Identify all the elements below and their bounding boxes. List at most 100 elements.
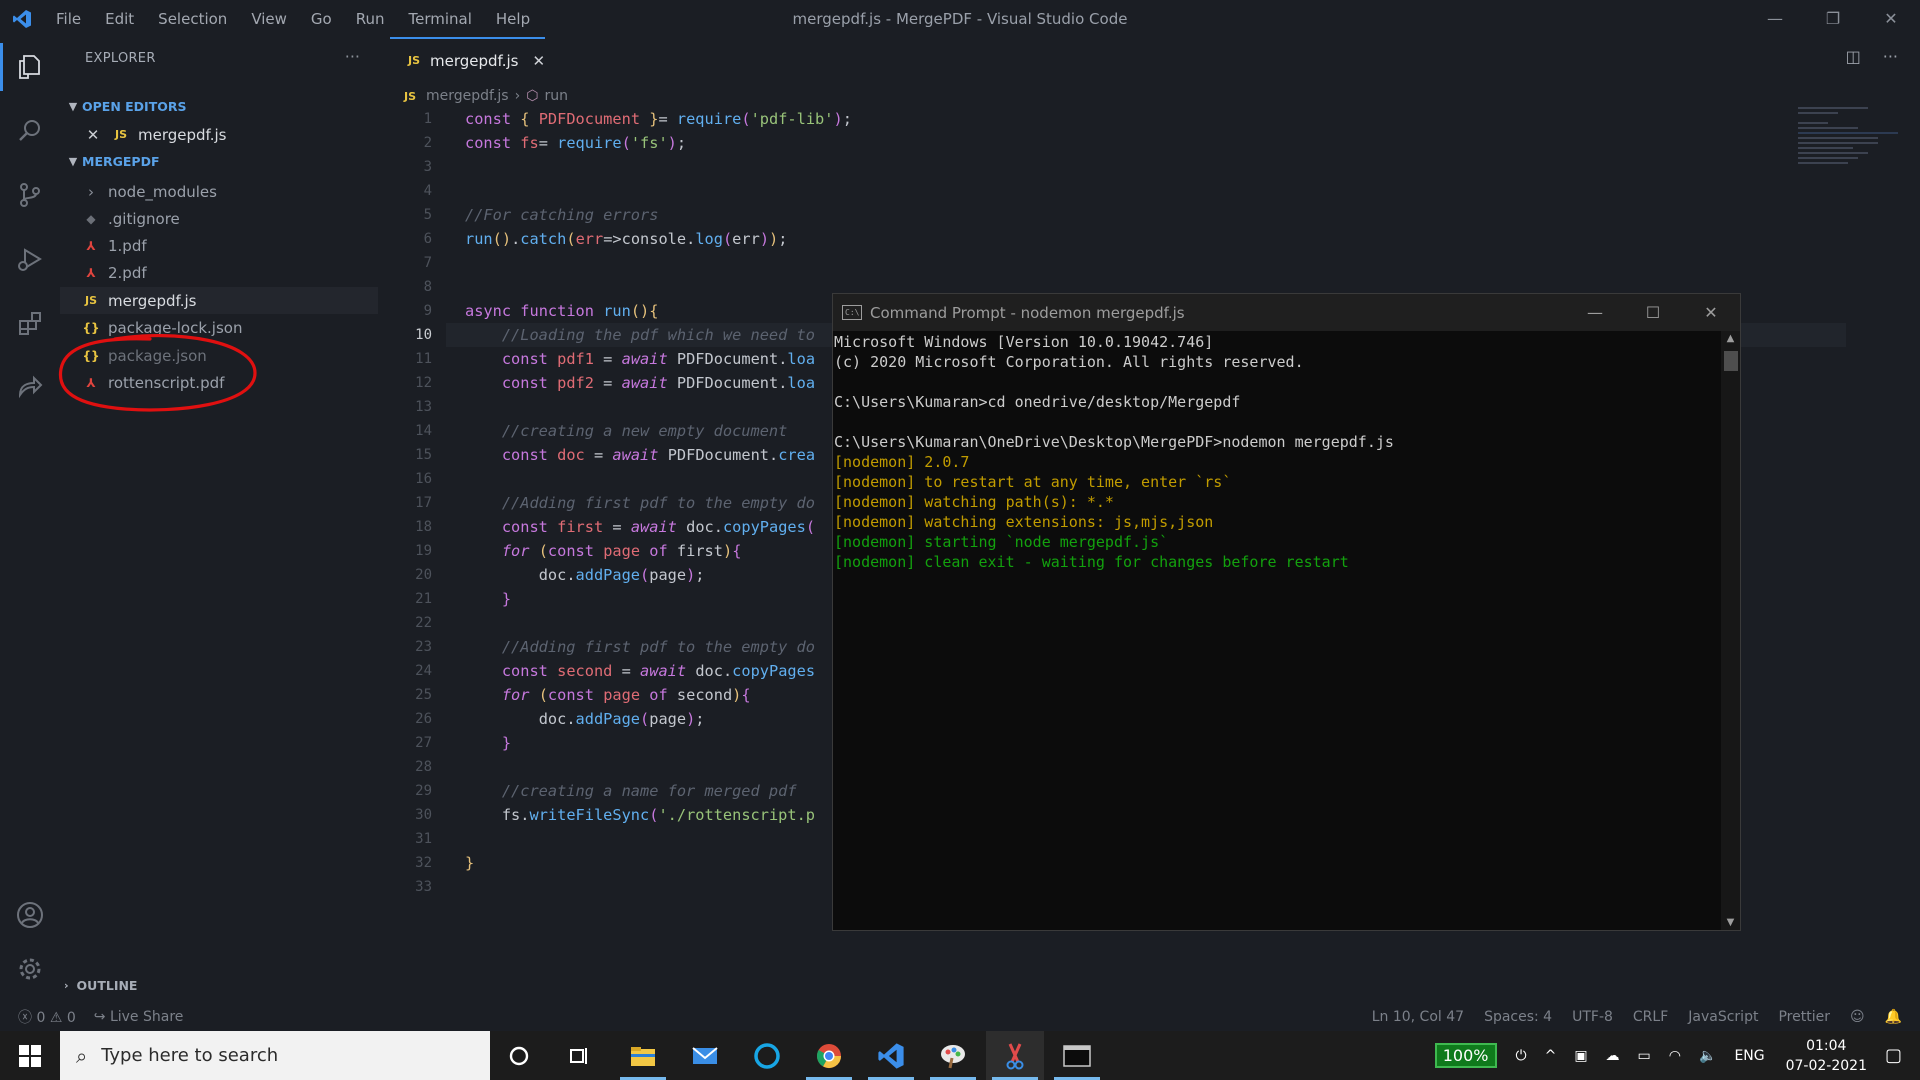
tree-item-mergepdf-js[interactable]: JS mergepdf.js [60, 287, 378, 314]
menu-help[interactable]: Help [484, 10, 542, 28]
red-annotation-circle [58, 333, 257, 412]
extensions-icon[interactable] [12, 305, 48, 341]
breadcrumb-file[interactable]: mergepdf.js [426, 88, 509, 104]
settings-gear-icon[interactable] [12, 951, 48, 987]
cmd-output-line: [nodemon] 2.0.7 [834, 453, 970, 471]
menu-file[interactable]: File [44, 10, 93, 28]
cortana-circle-icon[interactable] [738, 1031, 796, 1080]
notifications-bell-icon[interactable]: 🔔 [1885, 1009, 1902, 1025]
js-file-icon: JS [84, 294, 97, 307]
chevron-right-icon: › [514, 88, 521, 104]
js-file-icon: JS [404, 89, 417, 103]
cmd-maximize-button[interactable]: ☐ [1624, 294, 1682, 331]
task-view-icon[interactable] [550, 1031, 608, 1080]
tree-item-node-modules[interactable]: › node_modules [60, 178, 378, 205]
cmd-scrollbar[interactable]: ▲ ▼ [1721, 331, 1740, 930]
prettier-status[interactable]: Prettier [1778, 1009, 1830, 1025]
js-file-icon: JS [114, 128, 127, 141]
search-icon[interactable] [12, 113, 48, 149]
live-share-status[interactable]: ↪ Live Share [94, 1009, 184, 1025]
clock[interactable]: 01:04 07-02-2021 [1786, 1036, 1867, 1076]
chevron-right-icon: › [88, 182, 94, 201]
onedrive-icon[interactable]: ☁ [1606, 1048, 1620, 1064]
explorer-icon[interactable] [0, 43, 48, 91]
scroll-down-icon[interactable]: ▼ [1721, 917, 1740, 928]
command-prompt-taskbar-icon[interactable] [1048, 1031, 1106, 1080]
code-line: 5//For catching errors [423, 206, 659, 224]
menu-run[interactable]: Run [344, 10, 397, 28]
vscode-taskbar-icon[interactable] [862, 1031, 920, 1080]
meet-now-icon[interactable]: ▣ [1574, 1048, 1587, 1064]
open-editor-item[interactable]: ✕ JS mergepdf.js [60, 121, 378, 148]
cmd-title-bar[interactable]: C:\ Command Prompt - nodemon mergepdf.js… [833, 294, 1740, 331]
volume-icon[interactable]: 🔈 [1699, 1048, 1716, 1064]
menu-terminal[interactable]: Terminal [397, 10, 484, 28]
more-actions-icon[interactable]: ··· [345, 47, 360, 66]
command-prompt-window[interactable]: C:\ Command Prompt - nodemon mergepdf.js… [832, 293, 1741, 931]
end-of-line[interactable]: CRLF [1633, 1009, 1668, 1025]
cortana-icon[interactable] [490, 1031, 548, 1080]
problems-indicator[interactable]: ⓧ 0 ⚠ 0 [18, 1007, 76, 1027]
breadcrumb-symbol[interactable]: run [544, 88, 568, 104]
chrome-icon[interactable] [800, 1031, 858, 1080]
cmd-minimize-button[interactable]: — [1566, 294, 1624, 331]
outline-section[interactable]: › OUTLINE [64, 978, 137, 993]
battery-icon[interactable]: ▭ [1638, 1048, 1651, 1064]
restore-button[interactable]: ❐ [1804, 0, 1862, 37]
search-placeholder: Type here to search [101, 1045, 279, 1066]
close-icon[interactable]: ✕ [82, 126, 104, 144]
cmd-close-button[interactable]: ✕ [1682, 294, 1740, 331]
cmd-output-line: (c) 2020 Microsoft Corporation. All righ… [834, 353, 1304, 371]
code-line: 7 [423, 255, 432, 271]
chevron-up-icon[interactable]: ^ [1545, 1048, 1557, 1064]
source-control-icon[interactable] [12, 177, 48, 213]
code-line: 1 const { PDFDocument }= require('pdf-lib… [423, 110, 852, 128]
menu-go[interactable]: Go [299, 10, 344, 28]
power-plug-icon[interactable]: ⏻ [1516, 1048, 1527, 1064]
window-controls: — ❐ ✕ [1746, 0, 1920, 37]
editor-actions: ◫ ··· [1846, 47, 1898, 66]
cursor-position[interactable]: Ln 10, Col 47 [1372, 1009, 1464, 1025]
tab-mergepdf-js[interactable]: JS mergepdf.js ✕ [390, 37, 545, 82]
run-debug-icon[interactable] [12, 241, 48, 277]
close-tab-icon[interactable]: ✕ [533, 52, 546, 70]
close-window-button[interactable]: ✕ [1862, 0, 1920, 37]
tree-item-2-pdf[interactable]: ⅄ 2.pdf [60, 259, 378, 286]
project-section[interactable]: ▼ MERGEPDF [64, 150, 160, 172]
live-share-icon[interactable] [12, 369, 48, 405]
taskbar-search-box[interactable]: ⌕ Type here to search [60, 1031, 490, 1080]
project-label: MERGEPDF [82, 153, 160, 169]
start-button[interactable] [0, 1031, 60, 1080]
indentation[interactable]: Spaces: 4 [1484, 1009, 1552, 1025]
menu-view[interactable]: View [239, 10, 299, 28]
chevron-down-icon: ▼ [68, 99, 78, 113]
language-mode[interactable]: JavaScript [1688, 1009, 1758, 1025]
cmd-output[interactable]: Microsoft Windows [Version 10.0.19042.74… [833, 331, 1721, 930]
input-language[interactable]: ENG [1734, 1048, 1764, 1064]
snipping-tool-icon[interactable] [986, 1031, 1044, 1080]
more-editor-actions-icon[interactable]: ··· [1883, 47, 1898, 66]
action-center-icon[interactable]: ▢ [1885, 1045, 1902, 1066]
tree-item-gitignore[interactable]: ◆ .gitignore [60, 205, 378, 232]
cmd-output-line: [nodemon] watching extensions: js,mjs,js… [834, 513, 1214, 531]
symbol-method-icon: ⬡ [526, 88, 539, 104]
accounts-icon[interactable] [12, 897, 48, 933]
scroll-up-icon[interactable]: ▲ [1721, 333, 1740, 344]
live-share-icon: ↪ [93, 1009, 106, 1025]
minimap[interactable] [1798, 107, 1908, 187]
encoding[interactable]: UTF-8 [1572, 1009, 1613, 1025]
tree-item-1-pdf[interactable]: ⅄ 1.pdf [60, 232, 378, 259]
minimize-button[interactable]: — [1746, 0, 1804, 37]
wifi-icon[interactable]: ◠ [1669, 1048, 1681, 1064]
feedback-icon[interactable]: ☺ [1850, 1009, 1865, 1025]
split-editor-icon[interactable]: ◫ [1846, 47, 1861, 66]
file-explorer-icon[interactable] [614, 1031, 672, 1080]
menu-edit[interactable]: Edit [93, 10, 146, 28]
battery-percentage[interactable]: 100% [1434, 1043, 1497, 1068]
paint-app-icon[interactable] [924, 1031, 982, 1080]
scroll-thumb[interactable] [1724, 351, 1738, 371]
open-editors-section[interactable]: ▼ OPEN EDITORS [64, 95, 187, 117]
mail-icon[interactable] [676, 1031, 734, 1080]
open-editors-label: OPEN EDITORS [82, 98, 187, 114]
menu-selection[interactable]: Selection [146, 10, 239, 28]
